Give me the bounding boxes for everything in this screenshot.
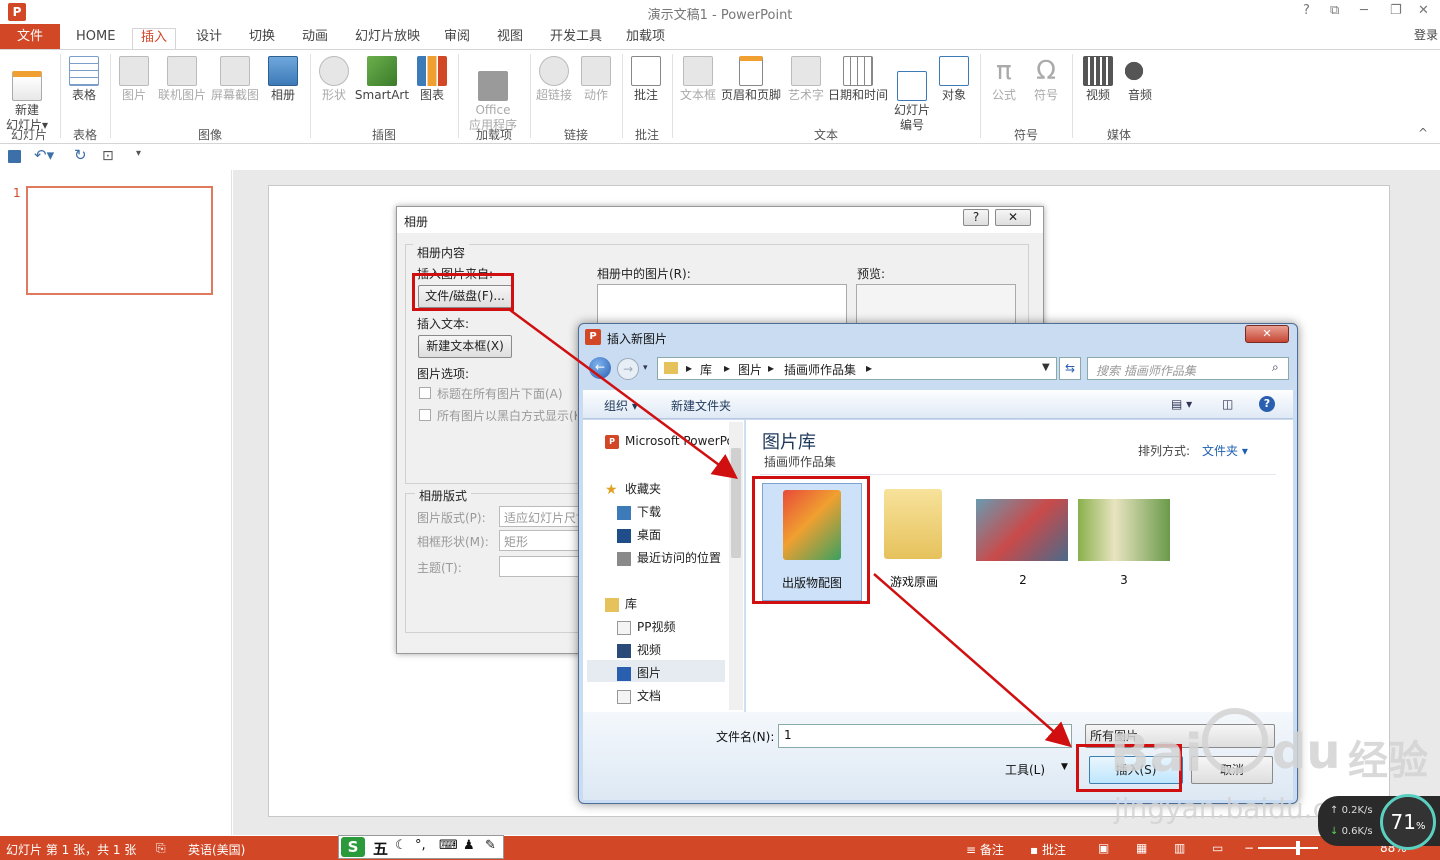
zoom-slider-thumb[interactable] xyxy=(1296,841,1300,855)
language-status[interactable]: 英语(美国) xyxy=(188,841,245,858)
gauge-percent-sign: % xyxy=(1415,821,1426,832)
spellcheck-icon[interactable]: ⎘ xyxy=(156,841,166,856)
arrow-to-folder xyxy=(509,308,739,479)
normal-view-icon[interactable]: ▣ xyxy=(1098,841,1109,855)
gauge-percent: 71 xyxy=(1390,810,1416,834)
ime-punct-icon[interactable]: °, xyxy=(415,838,426,853)
reading-view-icon[interactable]: ▥ xyxy=(1174,841,1185,855)
comments-button[interactable]: ▪ 批注 xyxy=(1030,841,1066,858)
download-arrow-icon: ↓ xyxy=(1330,826,1342,837)
ime-toolbar: S 五 ☾ °, ⌨ ♟ ✎ xyxy=(338,835,504,859)
memory-gauge[interactable]: 71% xyxy=(1380,794,1436,850)
watermark-du: du xyxy=(1272,724,1341,780)
download-speed-value: 0.6K/s xyxy=(1341,826,1373,837)
upload-speed: ↑ 0.2K/s xyxy=(1330,805,1373,816)
slideshow-icon[interactable]: ▭ xyxy=(1212,841,1223,855)
slide-info: 幻灯片 第 1 张，共 1 张 xyxy=(6,843,137,857)
slide-sorter-icon[interactable]: ▦ xyxy=(1136,841,1147,855)
upload-speed-value: 0.2K/s xyxy=(1341,805,1373,816)
ime-user-icon[interactable]: ♟ xyxy=(463,838,475,853)
download-speed: ↓ 0.6K/s xyxy=(1330,826,1373,837)
watermark-text: 经验 xyxy=(1348,738,1428,784)
paw-icon xyxy=(1202,708,1268,774)
zoom-out-icon[interactable]: − xyxy=(1244,841,1254,855)
ime-wrench-icon[interactable]: ✎ xyxy=(485,838,496,853)
zoom-slider[interactable] xyxy=(1258,847,1318,849)
notes-icon: ≡ xyxy=(966,843,980,857)
ime-moon-icon[interactable]: ☾ xyxy=(395,838,407,853)
notes-label: 备注 xyxy=(979,843,1004,857)
watermark-brand: Bai xyxy=(1110,724,1203,784)
comments-label: 批注 xyxy=(1041,843,1066,857)
ime-keyboard-icon[interactable]: ⌨ xyxy=(439,838,458,853)
status-bar: 幻灯片 第 1 张，共 1 张 ⎘ 英语(美国) ≡ 备注 ▪ 批注 ▣ ▦ ▥… xyxy=(0,836,1440,860)
upload-arrow-icon: ↑ xyxy=(1330,805,1342,816)
sogou-icon[interactable]: S xyxy=(341,837,365,857)
comments-icon: ▪ xyxy=(1030,843,1042,857)
arrow-to-insert xyxy=(873,573,1072,748)
notes-button[interactable]: ≡ 备注 xyxy=(966,841,1004,858)
ime-mode[interactable]: 五 xyxy=(373,838,388,859)
